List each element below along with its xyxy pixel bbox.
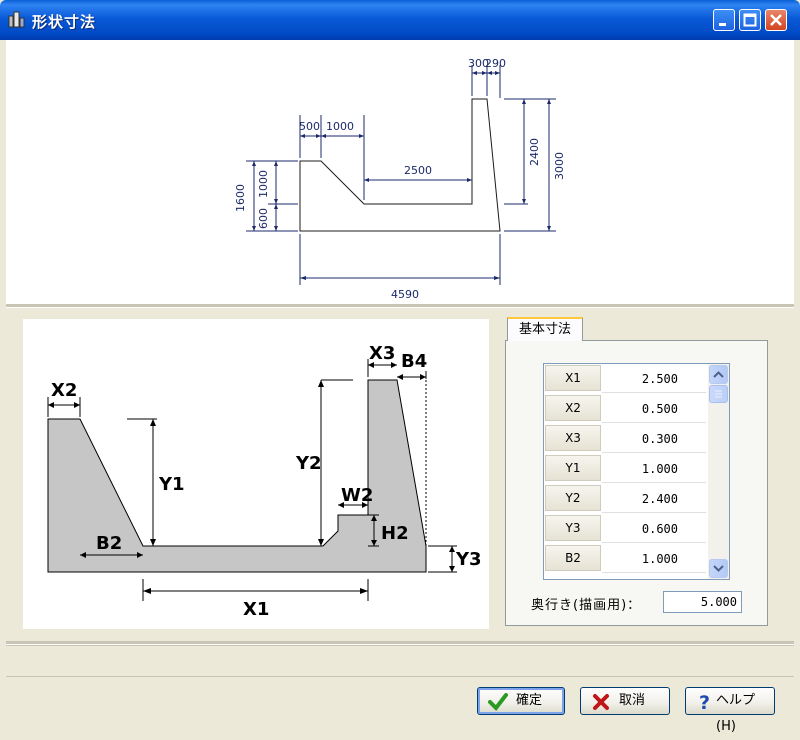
dim-2400-label: 2400 — [528, 138, 541, 166]
row-value-cell[interactable]: 0.600 — [602, 515, 706, 543]
schematic-diagram: X2 Y1 B2 X1 Y2 X3 B4 W2 H2 Y3 — [47, 343, 482, 620]
table-row: X3 0.300 — [544, 424, 707, 454]
h2-label: H2 — [381, 523, 409, 544]
dim-1600-label: 1600 — [234, 184, 247, 212]
vertical-scrollbar[interactable] — [708, 364, 729, 579]
x1-label: X1 — [243, 599, 269, 620]
confirm-button[interactable]: 確定 — [477, 687, 565, 715]
cancel-label: 取消 — [619, 693, 646, 708]
table-row: X2 0.500 — [544, 394, 707, 424]
minimize-button[interactable] — [713, 9, 735, 31]
window-title: 形状寸法 — [32, 13, 97, 31]
row-header[interactable]: X2 — [545, 395, 601, 421]
chevron-up-icon — [713, 371, 724, 378]
dim-3000-label: 3000 — [553, 152, 566, 180]
x2-label: X2 — [51, 380, 77, 401]
table-row: Y2 2.400 — [544, 484, 707, 514]
schematic-diagram-panel: X2 Y1 B2 X1 Y2 X3 B4 W2 H2 Y3 — [23, 319, 489, 629]
b2-label: B2 — [96, 533, 122, 554]
row-header[interactable]: Y1 — [545, 455, 601, 481]
row-header[interactable]: X3 — [545, 425, 601, 451]
status-bar — [6, 645, 794, 677]
row-header[interactable]: X1 — [545, 365, 601, 391]
table-row: B2 1.000 — [544, 544, 707, 574]
depth-input[interactable]: 5.000 — [663, 591, 742, 613]
table-row: Y1 1.000 — [544, 454, 707, 484]
confirm-label: 確定 — [516, 693, 543, 708]
row-value-cell[interactable]: 0.300 — [602, 425, 706, 453]
minimize-icon — [719, 23, 726, 26]
row-value-cell[interactable]: 1.000 — [602, 545, 706, 573]
row-value-cell[interactable]: 1.000 — [602, 455, 706, 483]
depth-label: 奥行き(描画用)： — [531, 598, 642, 613]
scroll-down-button[interactable] — [709, 559, 728, 578]
y1-label: Y1 — [158, 474, 185, 495]
dim-500-label: 500 — [299, 120, 320, 133]
dim-2500-label: 2500 — [404, 164, 432, 177]
parameter-grid: X1 2.500 X2 0.500 X3 0.300 Y1 1.000 Y2 2… — [543, 363, 730, 580]
dimension-preview-panel: 500 1000 2500 300 290 4590 1600 1000 600… — [6, 40, 794, 304]
svg-text:?: ? — [699, 692, 710, 712]
y2-label: Y2 — [295, 453, 322, 474]
dim-1000-left-label: 1000 — [257, 170, 270, 198]
row-value-cell[interactable]: 0.500 — [602, 395, 706, 423]
close-icon — [770, 14, 782, 26]
b4-label: B4 — [401, 351, 427, 372]
panel-divider — [6, 304, 794, 308]
app-icon — [8, 11, 25, 28]
dimension-preview-drawing: 500 1000 2500 300 290 4590 1600 1000 600… — [234, 57, 566, 301]
grip-icon — [715, 390, 722, 398]
row-value-cell[interactable]: 2.500 — [602, 365, 706, 393]
w2-label: W2 — [341, 485, 373, 506]
dialog-window: 形状寸法 500 1000 2500 300 290 4590 1600 100… — [0, 0, 800, 734]
tab-basic-dimensions[interactable]: 基本寸法 — [507, 317, 583, 341]
y3-label: Y3 — [455, 549, 482, 570]
help-label: ヘルプ(H) — [716, 693, 756, 734]
close-button[interactable] — [765, 9, 787, 31]
maximize-icon — [743, 13, 757, 27]
title-bar: 形状寸法 — [0, 0, 800, 40]
table-row: X1 2.500 — [544, 364, 707, 394]
cross-icon — [593, 694, 609, 710]
table-row: Y3 0.600 — [544, 514, 707, 544]
question-mark-icon: ? — [699, 692, 710, 712]
row-header[interactable]: Y2 — [545, 485, 601, 511]
cancel-button[interactable]: 取消 — [580, 687, 670, 715]
checkmark-icon — [488, 693, 508, 712]
dim-4590-label: 4590 — [391, 288, 419, 301]
chevron-down-icon — [713, 565, 724, 572]
help-button[interactable]: ? ヘルプ(H) — [685, 687, 775, 734]
scroll-up-button[interactable] — [709, 365, 728, 384]
row-header[interactable]: Y3 — [545, 515, 601, 541]
dim-600-label: 600 — [257, 208, 270, 229]
row-header[interactable]: B2 — [545, 545, 601, 571]
maximize-button[interactable] — [739, 9, 761, 31]
row-value-cell[interactable]: 2.400 — [602, 485, 706, 513]
dim-1000-top-label: 1000 — [326, 120, 354, 133]
dim-290-label: 290 — [485, 57, 506, 70]
x3-label: X3 — [369, 343, 395, 364]
scroll-thumb[interactable] — [709, 385, 728, 403]
